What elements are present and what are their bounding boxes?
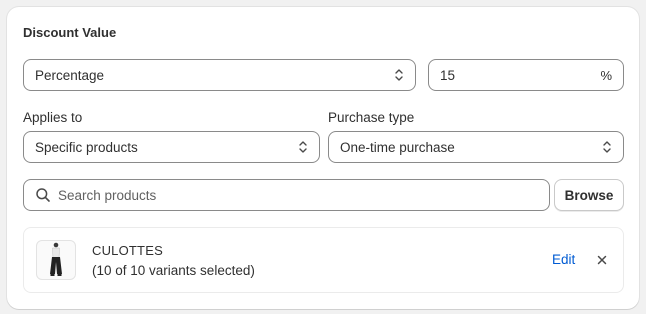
- discount-value-card: Discount Value Percentage 15 % Applies t…: [7, 7, 639, 309]
- remove-product-close-icon[interactable]: [595, 253, 609, 267]
- select-chevron-icon: [298, 140, 308, 154]
- product-name: CULOTTES: [92, 243, 163, 258]
- purchase-type-label: Purchase type: [328, 110, 415, 125]
- search-placeholder: Search products: [58, 187, 157, 203]
- select-chevron-icon: [394, 68, 404, 82]
- select-chevron-icon: [602, 140, 612, 154]
- product-variants: (10 of 10 variants selected): [92, 263, 255, 278]
- purchase-type-value: One-time purchase: [340, 139, 455, 155]
- edit-product-link[interactable]: Edit: [552, 252, 575, 267]
- section-title: Discount Value: [23, 25, 117, 40]
- selected-product-row: CULOTTES (10 of 10 variants selected) Ed…: [23, 227, 624, 293]
- applies-to-label: Applies to: [23, 110, 83, 125]
- search-products-input[interactable]: Search products: [23, 179, 550, 211]
- discount-type-select[interactable]: Percentage: [23, 59, 416, 91]
- product-thumbnail: [36, 240, 76, 280]
- search-icon: [35, 187, 51, 203]
- applies-to-value: Specific products: [35, 139, 138, 155]
- discount-amount-value: 15: [440, 67, 456, 83]
- browse-button[interactable]: Browse: [554, 179, 624, 211]
- purchase-type-select[interactable]: One-time purchase: [328, 131, 624, 163]
- discount-type-value: Percentage: [35, 67, 105, 83]
- percent-suffix: %: [600, 67, 612, 83]
- applies-to-select[interactable]: Specific products: [23, 131, 320, 163]
- discount-amount-field[interactable]: 15 %: [428, 59, 624, 91]
